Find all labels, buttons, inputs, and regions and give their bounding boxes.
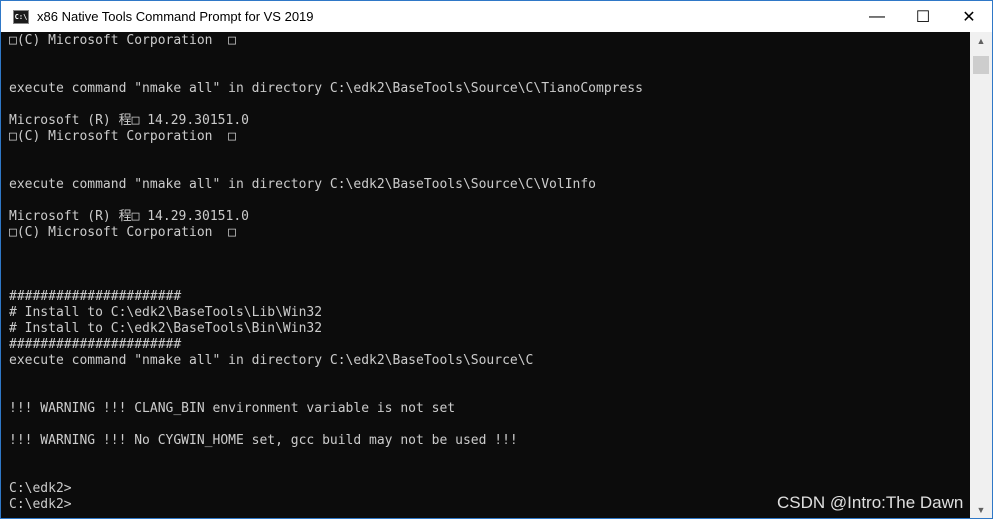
console-line: ###################### <box>9 337 182 352</box>
vertical-scrollbar[interactable]: ▲ ▼ <box>970 32 992 518</box>
console-line: Microsoft (R) 程□ 14.29.30151.0 <box>9 209 249 224</box>
chevron-up-icon: ▲ <box>976 35 986 46</box>
window-controls: — ☐ ✕ <box>854 1 992 32</box>
chevron-down-icon: ▼ <box>976 504 986 515</box>
console-line: !!! WARNING !!! CLANG_BIN environment va… <box>9 401 456 416</box>
command-prompt-icon[interactable]: C:\ <box>13 9 29 24</box>
console-line: execute command "nmake all" in directory… <box>9 81 643 96</box>
console-line: Microsoft (R) 程□ 14.29.30151.0 <box>9 113 249 128</box>
title-bar[interactable]: C:\ x86 Native Tools Command Prompt for … <box>1 1 992 32</box>
console-line: execute command "nmake all" in directory… <box>9 177 596 192</box>
console-line: □(C) Microsoft Corporation □ <box>9 33 236 48</box>
minimize-button[interactable]: — <box>854 1 900 32</box>
console-line: C:\edk2> <box>9 481 72 496</box>
window-title: x86 Native Tools Command Prompt for VS 2… <box>37 9 314 24</box>
scrollbar-thumb[interactable] <box>973 56 989 74</box>
console-window: C:\ x86 Native Tools Command Prompt for … <box>0 0 993 519</box>
maximize-button[interactable]: ☐ <box>900 1 946 32</box>
watermark: CSDN @Intro:The Dawn <box>777 493 964 512</box>
console-line: □(C) Microsoft Corporation □ <box>9 225 236 240</box>
console-line: !!! WARNING !!! No CYGWIN_HOME set, gcc … <box>9 433 518 448</box>
minimize-icon: — <box>869 7 885 25</box>
maximize-icon: ☐ <box>915 8 931 26</box>
console-line: # Install to C:\edk2\BaseTools\Lib\Win32 <box>9 305 323 320</box>
console-line: execute command "nmake all" in directory… <box>9 353 534 368</box>
close-icon: ✕ <box>962 8 976 26</box>
console-line: C:\edk2> <box>9 497 72 512</box>
console-line: ###################### <box>9 289 182 304</box>
console-line: □(C) Microsoft Corporation □ <box>9 129 236 144</box>
scroll-down-button[interactable]: ▼ <box>970 501 992 518</box>
close-button[interactable]: ✕ <box>946 1 992 32</box>
console-line: # Install to C:\edk2\BaseTools\Bin\Win32 <box>9 321 323 336</box>
console-output[interactable]: □(C) Microsoft Corporation □ execute comm… <box>1 32 970 518</box>
scroll-up-button[interactable]: ▲ <box>970 32 992 49</box>
